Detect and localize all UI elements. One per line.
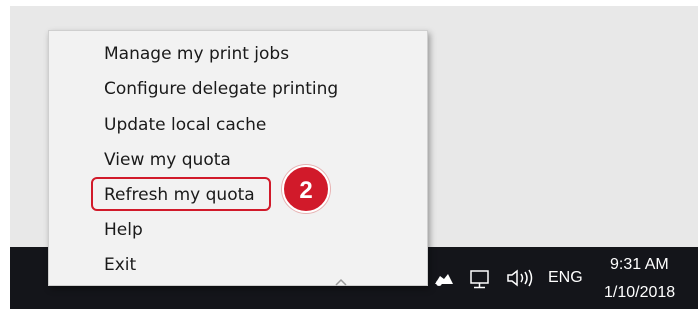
network-icon[interactable] (468, 268, 492, 290)
menu-item-update-local-cache[interactable]: Update local cache (104, 115, 266, 135)
menu-item-exit[interactable]: Exit (104, 255, 136, 275)
menu-item-refresh-my-quota[interactable]: Refresh my quota (104, 185, 255, 205)
context-menu: Manage my print jobs Configure delegate … (48, 30, 428, 286)
clock-time[interactable]: 9:31 AM (610, 256, 669, 274)
cloud-icon[interactable] (432, 270, 456, 288)
clock-date[interactable]: 1/10/2018 (604, 284, 675, 302)
input-language-indicator[interactable]: ENG (548, 269, 583, 287)
volume-icon[interactable] (505, 266, 537, 290)
step-number-badge: 2 (282, 165, 330, 213)
chevron-up-icon[interactable] (334, 276, 348, 288)
menu-item-configure-delegate-printing[interactable]: Configure delegate printing (104, 79, 338, 99)
menu-item-help[interactable]: Help (104, 220, 143, 240)
menu-item-manage-print-jobs[interactable]: Manage my print jobs (104, 44, 289, 64)
screenshot-frame: Manage my print jobs Configure delegate … (0, 0, 698, 309)
menu-item-view-my-quota[interactable]: View my quota (104, 150, 231, 170)
